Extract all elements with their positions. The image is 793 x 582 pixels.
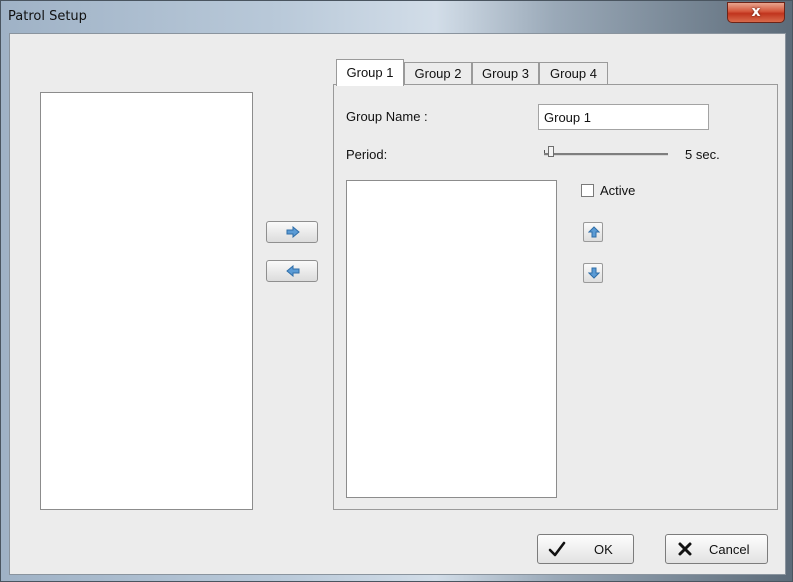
cross-icon — [678, 542, 692, 556]
tab-group-4[interactable]: Group 4 — [539, 62, 608, 86]
ok-label: OK — [594, 542, 613, 557]
ok-button[interactable]: OK — [537, 534, 634, 564]
group-name-label: Group Name : — [346, 109, 428, 124]
period-label: Period: — [346, 147, 388, 162]
window-title: Patrol Setup — [8, 9, 87, 24]
group-members-list[interactable] — [346, 180, 557, 498]
tab-group-3[interactable]: Group 3 — [472, 62, 539, 86]
dialog-body: Group 1 Group 2 Group 3 Group 4 Group Na… — [9, 33, 786, 575]
period-value: 5 sec. — [685, 147, 720, 162]
tab-label: Group 4 — [550, 66, 597, 81]
tab-group-1[interactable]: Group 1 — [336, 59, 404, 86]
checkmark-icon — [548, 541, 566, 557]
close-button[interactable]: x — [727, 2, 785, 23]
title-bar[interactable]: Patrol Setup x — [1, 1, 792, 33]
slider-track — [544, 153, 668, 156]
move-down-button[interactable] — [583, 263, 603, 283]
move-up-button[interactable] — [583, 222, 603, 242]
patrol-setup-window: Patrol Setup x Group 1 Group 2 Group 3 G… — [0, 0, 793, 582]
arrow-left-icon — [286, 265, 300, 277]
tab-label: Group 2 — [414, 66, 462, 81]
group-name-input[interactable] — [538, 104, 709, 130]
remove-from-group-button[interactable] — [266, 260, 318, 282]
arrow-up-icon — [588, 226, 600, 238]
tab-label: Group 1 — [346, 65, 394, 80]
active-label: Active — [600, 183, 636, 198]
cancel-button[interactable]: Cancel — [665, 534, 768, 564]
add-to-group-button[interactable] — [266, 221, 318, 243]
available-list[interactable] — [40, 92, 253, 510]
tab-group-2[interactable]: Group 2 — [404, 62, 472, 86]
tab-label: Group 3 — [482, 66, 529, 81]
arrow-right-icon — [286, 226, 300, 238]
active-checkbox[interactable] — [581, 184, 594, 197]
arrow-down-icon — [588, 267, 600, 279]
slider-thumb[interactable] — [548, 146, 554, 157]
close-icon: x — [751, 4, 761, 20]
cancel-label: Cancel — [709, 542, 750, 557]
